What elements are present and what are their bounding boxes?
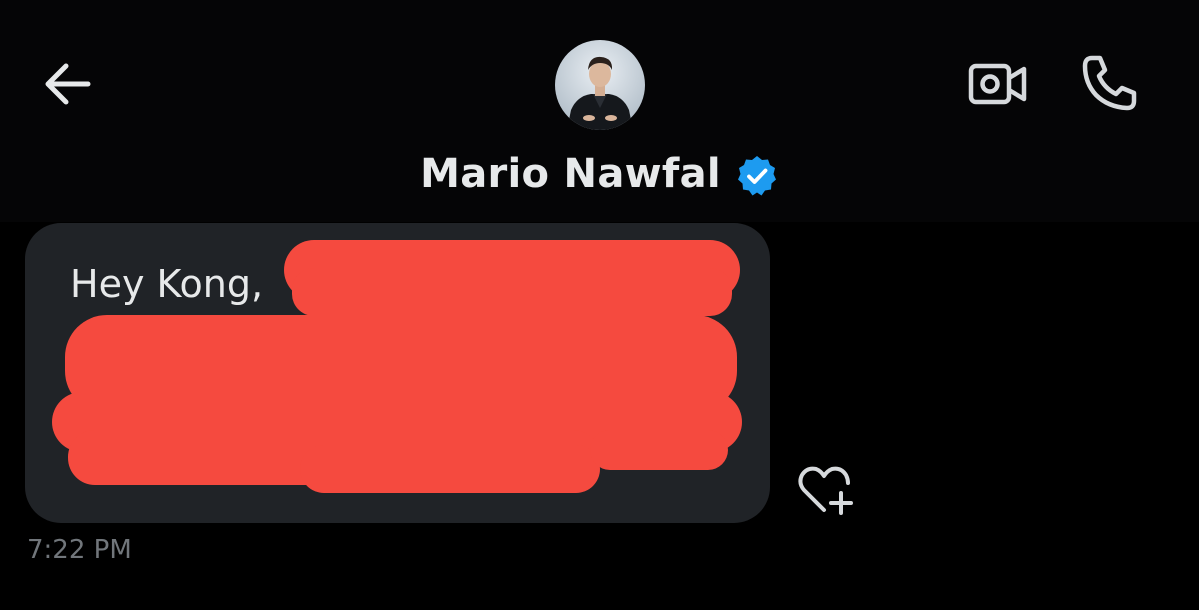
phone-icon [1082, 55, 1137, 111]
video-call-button[interactable] [966, 58, 1030, 110]
heart-plus-icon [798, 466, 853, 515]
message-timestamp: 7:22 PM [27, 535, 132, 565]
video-call-icon [968, 63, 1027, 105]
avatar[interactable] [555, 40, 645, 130]
arrow-left-icon [45, 63, 91, 105]
add-reaction-button[interactable] [794, 462, 858, 518]
contact-name[interactable]: Mario Nawfal [420, 151, 721, 197]
message-text: Hey Kong, [70, 262, 264, 306]
back-button[interactable] [38, 58, 98, 110]
contact-name-row: Mario Nawfal [0, 146, 1199, 202]
verified-badge-icon [737, 156, 776, 196]
phone-call-button[interactable] [1078, 52, 1142, 116]
